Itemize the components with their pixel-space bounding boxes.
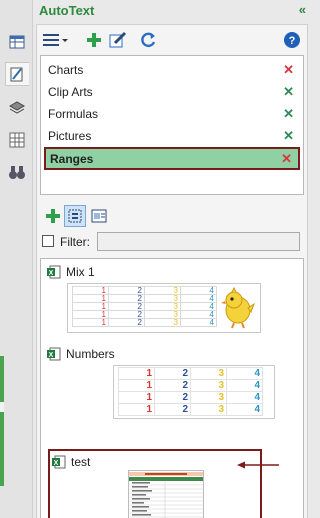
svg-text:X: X — [49, 270, 54, 277]
mix-1-thumbnail[interactable]: 1234 1234 1234 1234 1234 — [67, 283, 261, 333]
category-label: Formulas — [48, 107, 99, 121]
help-icon[interactable]: ? — [281, 29, 303, 51]
add-entry-icon[interactable] — [42, 205, 64, 227]
sheet-edge-marker — [0, 356, 4, 486]
refresh-icon[interactable] — [137, 29, 159, 51]
add-category-icon[interactable] — [83, 29, 105, 51]
autotext-icon[interactable] — [5, 62, 29, 86]
delete-category-icon[interactable]: ✕ — [283, 62, 294, 78]
category-label: Clip Arts — [48, 85, 93, 99]
excel-file-icon: X — [47, 347, 61, 361]
filter-label: Filter: — [60, 235, 90, 249]
category-item-charts[interactable]: Charts ✕ — [44, 59, 300, 81]
category-list: Charts ✕ Clip Arts ✕ Formulas ✕ Pictures… — [40, 55, 304, 195]
workbook-icon[interactable] — [5, 30, 29, 54]
entry-header-test[interactable]: X test — [52, 455, 90, 469]
category-label: Pictures — [48, 129, 92, 143]
entry-name: Mix 1 — [66, 265, 95, 279]
filter-row: Filter: — [40, 231, 304, 253]
layers-icon[interactable] — [5, 96, 29, 120]
numbers-thumbnail[interactable]: 1234 1234 1234 1234 — [113, 365, 275, 419]
category-item-ranges[interactable]: Ranges ✕ — [44, 147, 300, 170]
delete-category-icon[interactable]: ✕ — [283, 84, 294, 100]
category-toolbar: ? — [39, 27, 305, 53]
autotext-pane: ? Charts ✕ Clip Arts ✕ Formulas ✕ Pictur… — [36, 24, 308, 518]
category-item-pictures[interactable]: Pictures ✕ — [44, 125, 300, 147]
category-item-clip-arts[interactable]: Clip Arts ✕ — [44, 81, 300, 103]
preview-view-icon[interactable] — [88, 205, 110, 227]
category-label: Ranges — [50, 151, 94, 166]
test-entry-highlight: X test — [48, 449, 262, 518]
entry-name: test — [71, 455, 91, 469]
svg-text:X: X — [49, 352, 54, 359]
menu-dropdown-icon[interactable] — [41, 29, 71, 51]
panel-title: AutoText — [39, 3, 95, 18]
side-rail — [0, 0, 33, 518]
excel-file-icon: X — [47, 265, 61, 279]
list-view-icon[interactable] — [64, 205, 86, 227]
entry-preview-list: X Mix 1 1234 1234 1234 1234 1234 X Numbe… — [40, 258, 304, 518]
delete-category-icon[interactable]: ✕ — [283, 128, 294, 144]
entry-toolbar — [40, 205, 160, 227]
filter-checkbox[interactable] — [42, 235, 54, 247]
delete-category-icon[interactable]: ✕ — [281, 151, 292, 167]
grid-icon[interactable] — [5, 128, 29, 152]
edit-category-icon[interactable] — [107, 29, 129, 51]
test-thumbnail[interactable] — [128, 470, 204, 518]
excel-file-icon: X — [52, 455, 66, 469]
svg-text:?: ? — [289, 35, 296, 47]
collapse-panel-icon[interactable]: « — [299, 2, 306, 17]
annotation-arrow-icon — [237, 461, 279, 469]
chick-clipart-icon — [221, 286, 256, 329]
entry-header-numbers[interactable]: X Numbers — [47, 347, 115, 361]
filter-input[interactable] — [97, 232, 300, 251]
entry-header-mix-1[interactable]: X Mix 1 — [47, 265, 95, 279]
entry-name: Numbers — [66, 347, 115, 361]
title-bar: AutoText « — [33, 0, 312, 22]
category-label: Charts — [48, 63, 84, 77]
table-thumbnail-graphic — [129, 472, 203, 518]
category-item-formulas[interactable]: Formulas ✕ — [44, 103, 300, 125]
svg-text:X: X — [54, 460, 59, 467]
delete-category-icon[interactable]: ✕ — [283, 106, 294, 122]
binoculars-icon[interactable] — [5, 160, 29, 184]
